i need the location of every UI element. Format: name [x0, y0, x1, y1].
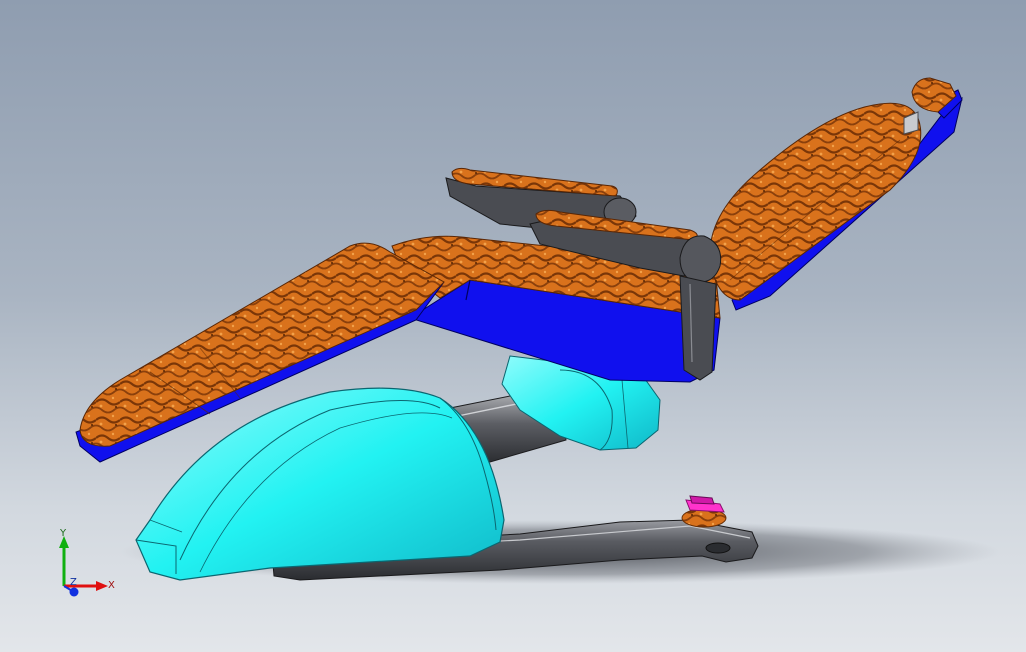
- x-axis-arrow: [96, 581, 108, 591]
- reference-triad: Y X Z: [59, 528, 115, 597]
- z-axis-marker: [69, 587, 79, 597]
- z-axis-label: Z: [70, 577, 77, 588]
- dental-chair-model[interactable]: [0, 0, 1026, 652]
- y-axis-label: Y: [59, 528, 67, 539]
- foot-control[interactable]: [681, 495, 727, 528]
- x-axis-label: X: [108, 580, 115, 591]
- graphics-viewport[interactable]: Y X Z: [0, 0, 1026, 652]
- backrest[interactable]: [709, 97, 963, 311]
